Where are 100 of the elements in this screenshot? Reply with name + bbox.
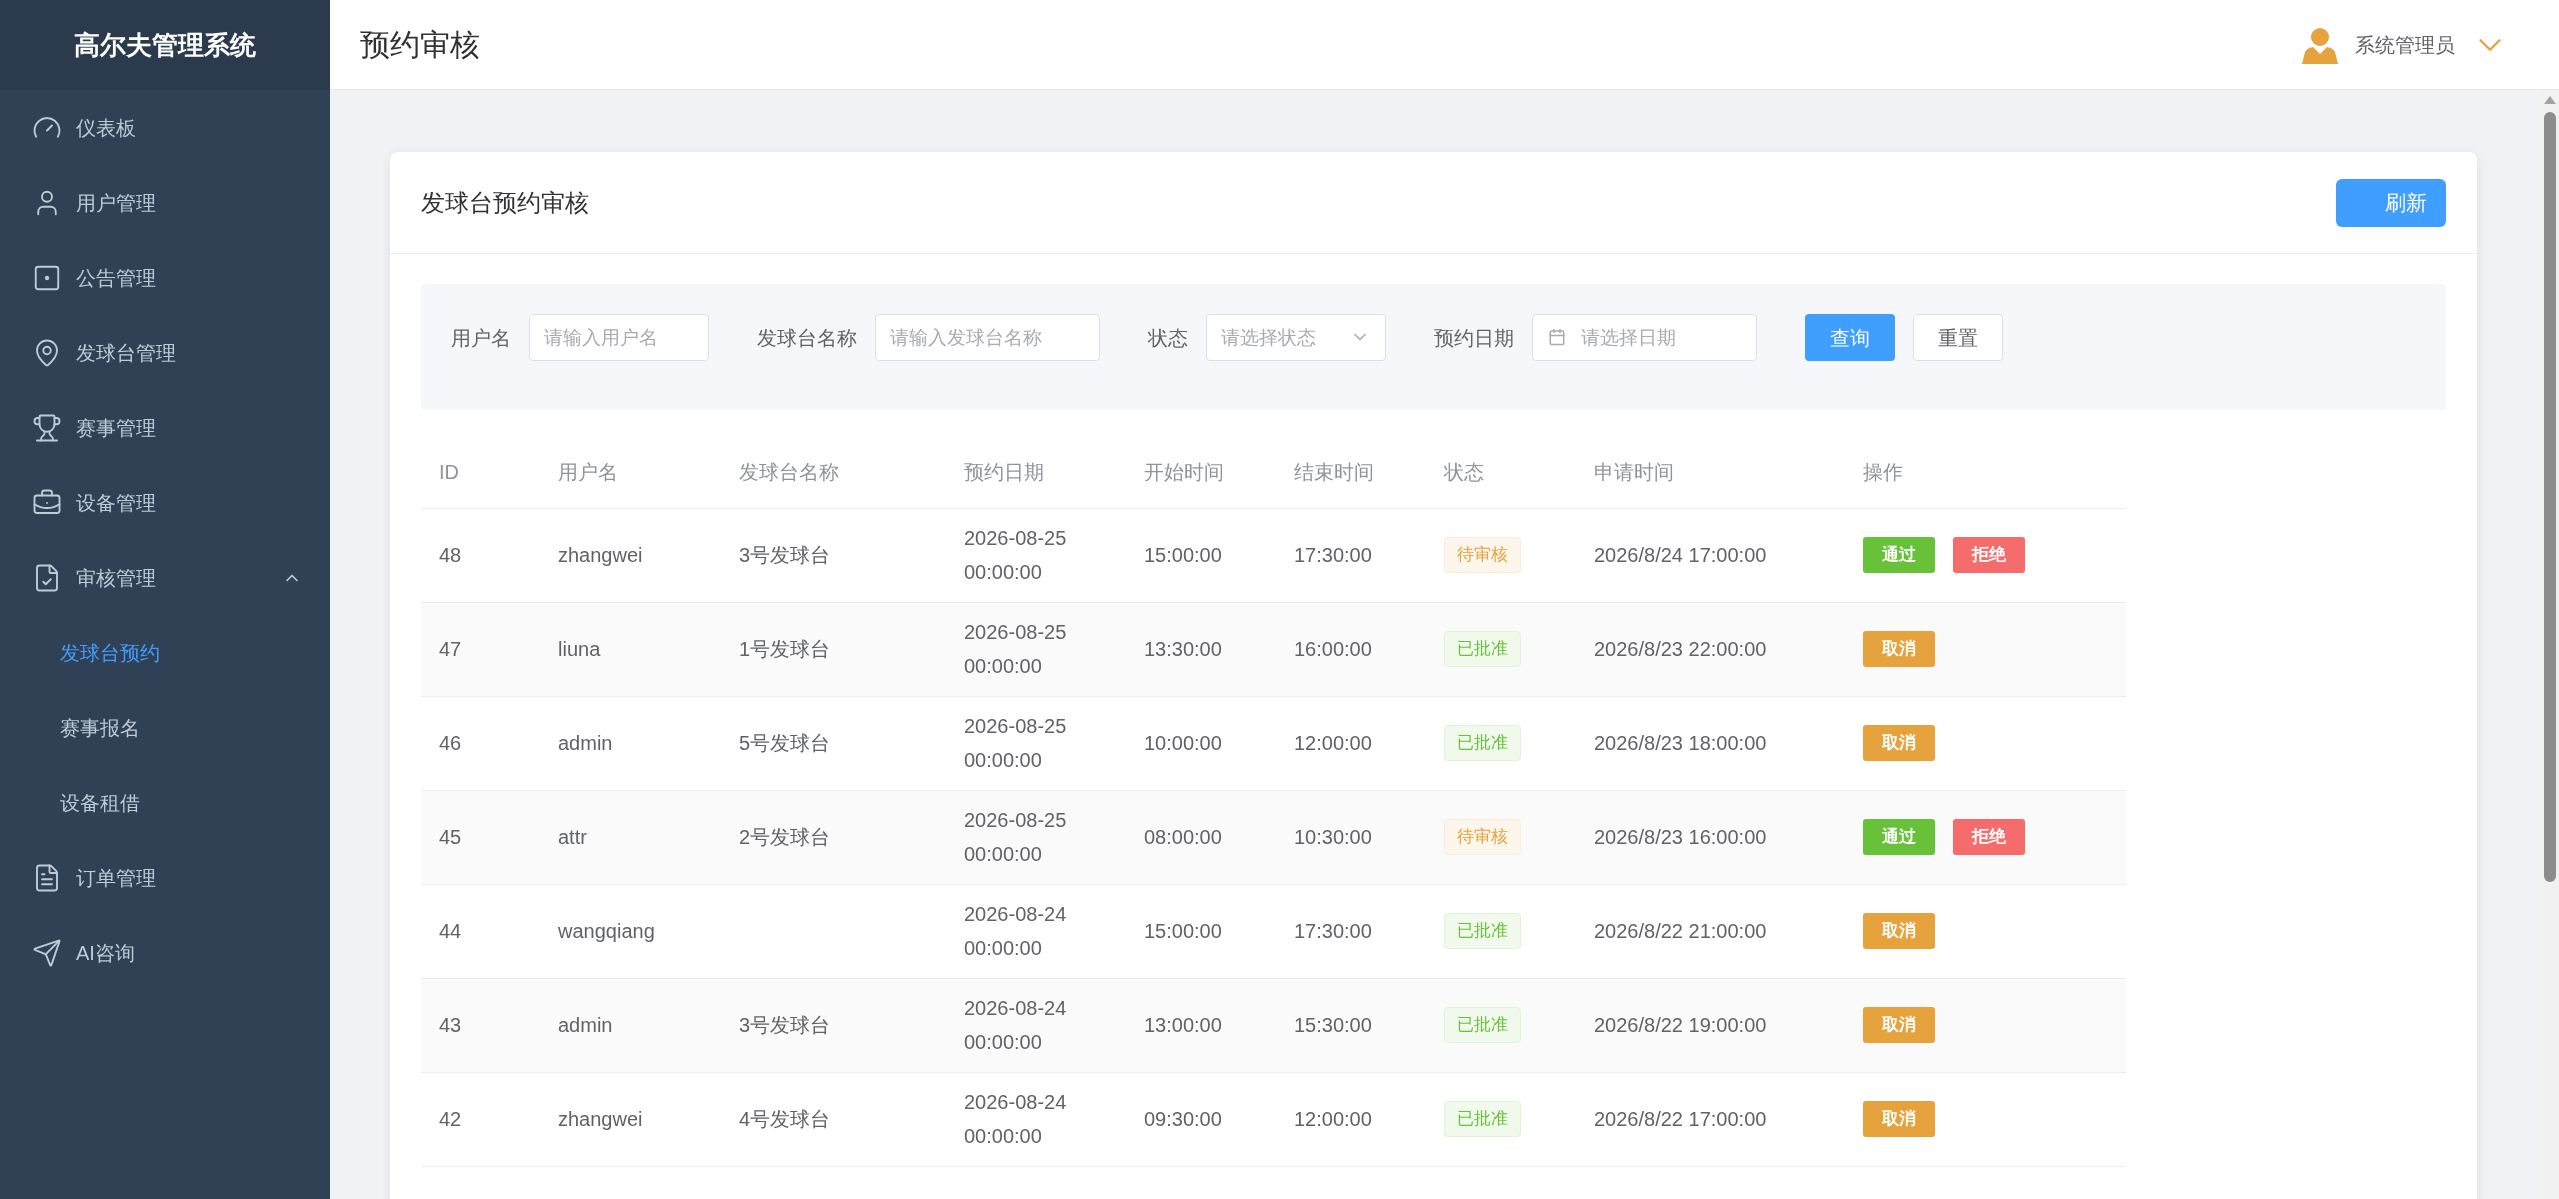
status-badge: 已批准	[1444, 1007, 1521, 1043]
user-avatar-icon	[2301, 25, 2339, 64]
table-cell-text: 00:00:00	[964, 560, 1042, 585]
status-badge: 已批准	[1444, 1101, 1521, 1137]
sidebar-item[interactable]: 公告管理	[0, 240, 330, 315]
column-header: 状态	[1444, 460, 1484, 483]
sidebar-item[interactable]: 发球台管理	[0, 315, 330, 390]
table-cell-text: 00:00:00	[964, 1124, 1042, 1149]
select-field[interactable]: 请选择状态	[1206, 314, 1386, 361]
column-header: 开始时间	[1144, 460, 1224, 483]
table-cell: 46	[439, 732, 462, 754]
table-cell-text: 00:00:00	[964, 842, 1042, 867]
table-cell-text: 2026-08-25	[964, 808, 1067, 833]
column-header: 发球台名称	[739, 460, 839, 483]
table-cell-text: 00:00:00	[964, 748, 1042, 773]
app-title: 高尔夫管理系统	[74, 28, 256, 62]
filter-label: 预约日期	[1434, 325, 1514, 351]
sidebar-item[interactable]: 设备管理	[0, 465, 330, 540]
table-cell-text: 00:00:00	[964, 1030, 1042, 1055]
input-field[interactable]: 请输入用户名	[529, 314, 709, 361]
table-cell: 13:30:00	[1144, 638, 1222, 660]
sidebar-item[interactable]: AI咨询	[0, 915, 330, 990]
sidebar-subitem[interactable]: 发球台预约	[0, 615, 330, 690]
table-cell: admin	[558, 732, 613, 754]
scroll-up-arrow-icon[interactable]	[2544, 96, 2556, 104]
table-cell-text: 2026-08-24	[964, 902, 1067, 927]
page-title: 预约审核	[360, 27, 481, 63]
scrollbar[interactable]	[2541, 90, 2559, 1199]
table-cell: 16:00:00	[1294, 638, 1372, 660]
status-badge: 已批准	[1444, 913, 1521, 949]
table-cell: 13:00:00	[1144, 1014, 1222, 1036]
table-cell: 48	[439, 544, 462, 566]
column-header: 申请时间	[1594, 460, 1674, 483]
table-cell: attr	[558, 826, 587, 848]
reset-button[interactable]: 重置	[1913, 314, 2003, 361]
table-cell-text: 2026-08-24	[964, 996, 1067, 1021]
table-cell: zhangwei	[558, 544, 643, 566]
status-badge: 待审核	[1444, 537, 1521, 573]
status-badge: 已批准	[1444, 725, 1521, 761]
table-cell: 4号发球台	[739, 1108, 831, 1130]
status-badge: 待审核	[1444, 819, 1521, 855]
column-header: 结束时间	[1294, 460, 1374, 483]
input-field[interactable]: 请输入发球台名称	[875, 314, 1100, 361]
table-cell-text: 2026-08-25	[964, 714, 1067, 739]
user-name[interactable]: 系统管理员	[2355, 29, 2455, 60]
table-cell: liuna	[558, 638, 601, 660]
table-cell: 17:30:00	[1294, 920, 1372, 942]
sidebar-item[interactable]: 赛事管理	[0, 390, 330, 465]
table-cell-text: 2026-08-24	[964, 1090, 1067, 1115]
table-cell: 44	[439, 920, 462, 942]
table-cell: 2号发球台	[739, 826, 831, 848]
filter-label: 用户名	[451, 325, 511, 351]
table-cell: 15:30:00	[1294, 1014, 1372, 1036]
table-cell: 45	[439, 826, 462, 848]
table-cell: 08:00:00	[1144, 826, 1222, 848]
table-cell: 10:00:00	[1144, 732, 1222, 754]
column-header: 预约日期	[964, 460, 1044, 483]
table-cell: 43	[439, 1014, 462, 1036]
table-cell-text: 2026-08-25	[964, 620, 1067, 645]
filter-label: 状态	[1148, 325, 1188, 351]
table-cell: 1号发球台	[739, 638, 831, 660]
scrollbar-thumb[interactable]	[2544, 112, 2556, 882]
table-cell: 3号发球台	[739, 544, 831, 566]
table-cell: 15:00:00	[1144, 920, 1222, 942]
column-header: 操作	[1863, 460, 1903, 483]
sidebar-item[interactable]: 订单管理	[0, 840, 330, 915]
sidebar-item[interactable]: 仪表板	[0, 90, 330, 165]
column-header: ID	[439, 460, 459, 483]
table-cell: wangqiang	[558, 920, 655, 942]
date-field[interactable]: 请选择日期	[1532, 314, 1757, 361]
trophy-icon	[32, 412, 62, 443]
table-cell: 12:00:00	[1294, 732, 1372, 754]
column-header: 用户名	[558, 460, 618, 483]
table-cell-text: 00:00:00	[964, 654, 1042, 679]
table-cell: 10:30:00	[1294, 826, 1372, 848]
table-cell: 09:30:00	[1144, 1108, 1222, 1130]
table-cell: 47	[439, 638, 462, 660]
table-cell-text: 00:00:00	[964, 936, 1042, 961]
table-cell: admin	[558, 1014, 613, 1036]
table-cell: 2026/8/22 21:00:00	[1594, 920, 1767, 942]
table-cell-text: 2026-08-25	[964, 526, 1067, 551]
sidebar-item[interactable]: 用户管理	[0, 165, 330, 240]
paper-plane-icon	[32, 937, 62, 968]
table-cell: 2026/8/23 16:00:00	[1594, 826, 1767, 848]
table-cell: 2026/8/22 17:00:00	[1594, 1108, 1767, 1130]
table-cell: 2026/8/23 22:00:00	[1594, 638, 1767, 660]
sidebar-subitem[interactable]: 赛事报名	[0, 690, 330, 765]
card-title: 发球台预约审核	[421, 187, 589, 218]
table-cell: 42	[439, 1108, 462, 1130]
sidebar-item[interactable]: 审核管理	[0, 540, 330, 615]
table-cell: 2026/8/22 19:00:00	[1594, 1014, 1767, 1036]
sidebar-subitem[interactable]: 设备租借	[0, 765, 330, 840]
table-cell: 12:00:00	[1294, 1108, 1372, 1130]
table-cell: 2026/8/23 18:00:00	[1594, 732, 1767, 754]
table-cell: 3号发球台	[739, 1014, 831, 1036]
table-cell: 5号发球台	[739, 732, 831, 754]
calendar-icon	[1548, 328, 1566, 346]
table-cell: 17:30:00	[1294, 544, 1372, 566]
filter-label: 发球台名称	[757, 325, 857, 351]
table-cell: zhangwei	[558, 1108, 643, 1130]
